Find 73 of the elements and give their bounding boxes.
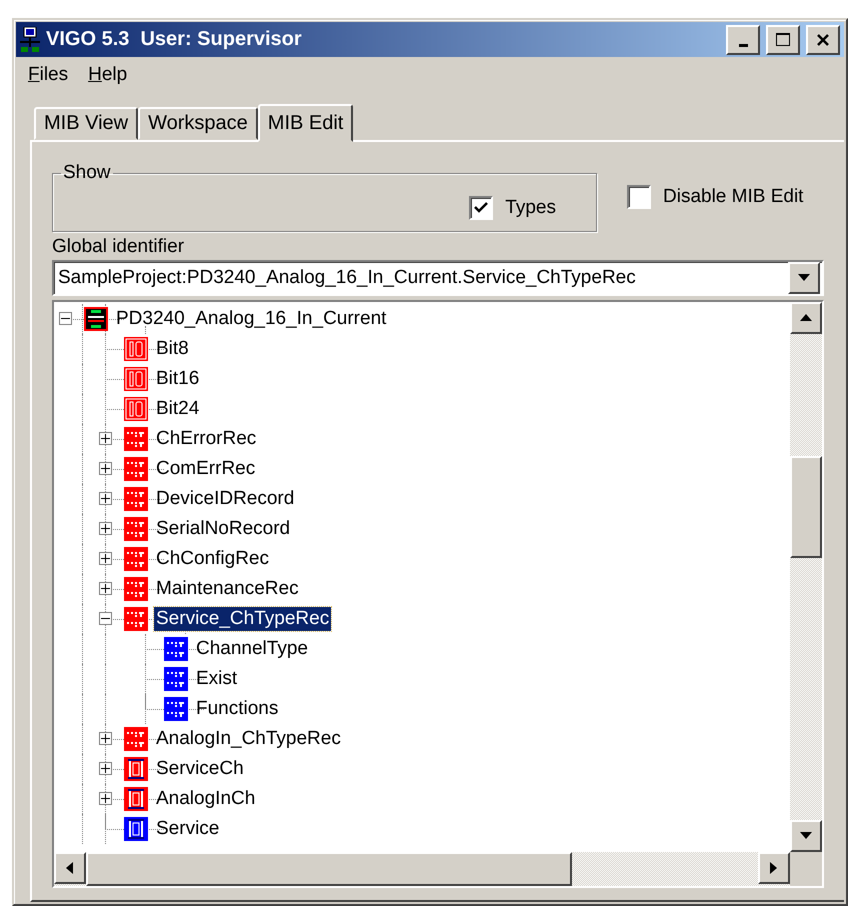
expand-button[interactable] (99, 432, 112, 445)
tree-item[interactable]: DeviceIDRecord (154, 487, 296, 511)
plus-icon (101, 554, 110, 563)
tree-item[interactable]: AnalogInCh (154, 787, 258, 811)
types-checkbox[interactable] (469, 196, 494, 220)
checkbox-label: Disable MIB Edit (663, 186, 804, 208)
tree-item[interactable]: ChErrorRec (154, 427, 258, 451)
window-title: VIGO 5.3 User: Supervisor (46, 28, 303, 51)
horizontal-scrollbar[interactable] (54, 852, 790, 886)
plus-icon (101, 764, 110, 773)
tab[interactable]: MIB Edit (258, 104, 354, 142)
tree-item[interactable]: Exist (194, 667, 240, 691)
tree-item[interactable]: ChConfigRec (154, 547, 271, 571)
tree-item[interactable]: AnalogIn_ChTypeRec (154, 727, 343, 751)
tree-item[interactable]: Bit24 (154, 397, 202, 421)
close-icon (816, 32, 830, 46)
expand-button[interactable] (99, 582, 112, 595)
plus-icon (101, 794, 110, 803)
tab[interactable]: MIB View (34, 107, 138, 140)
scroll-down-button[interactable] (790, 820, 822, 852)
tree-item[interactable]: MaintenanceRec (154, 577, 301, 601)
expand-button[interactable] (99, 732, 112, 745)
scroll-left-button[interactable] (54, 852, 86, 884)
minimize-button[interactable] (726, 24, 760, 54)
tree-item[interactable]: Service (154, 817, 222, 841)
minimize-icon (738, 44, 748, 47)
tree-item[interactable]: Service_ChTypeRec (154, 607, 332, 631)
tree-item[interactable]: Functions (194, 697, 280, 721)
plus-icon (101, 584, 110, 593)
tree-item[interactable]: ComErrRec (154, 457, 258, 481)
checkbox-label: Types (505, 196, 556, 218)
disable-checkbox[interactable] (627, 185, 651, 209)
checkmark-icon (474, 200, 488, 214)
plus-icon (101, 734, 110, 743)
field-label: Global identifier (52, 236, 186, 258)
maximize-icon (775, 32, 791, 48)
maximize-button[interactable] (766, 24, 800, 54)
scroll-thumb[interactable] (86, 852, 572, 886)
scroll-thumb[interactable] (790, 456, 822, 558)
left-arrow-icon (66, 862, 74, 874)
expand-button[interactable] (99, 522, 112, 535)
down-arrow-icon (800, 832, 812, 840)
collapse-button[interactable] (99, 612, 112, 625)
tree-item[interactable]: PD3240_Analog_16_In_Current (114, 307, 388, 331)
plus-icon (101, 494, 110, 503)
right-arrow-icon (770, 862, 778, 874)
expand-button[interactable] (99, 762, 112, 775)
expand-button[interactable] (99, 792, 112, 805)
collapse-button[interactable] (59, 312, 72, 325)
identifier-combo[interactable]: SampleProject:PD3240_Analog_16_In_Current.Service_ChTypeRec (52, 260, 824, 296)
scroll-right-button[interactable] (758, 852, 790, 884)
plus-icon (101, 524, 110, 533)
tab[interactable]: Workspace (138, 107, 258, 140)
tree-item[interactable]: Bit16 (154, 367, 202, 391)
plus-icon (101, 434, 110, 443)
expand-button[interactable] (99, 552, 112, 565)
menu-item[interactable]: Help (80, 62, 136, 88)
plus-icon (101, 464, 110, 473)
menu-item[interactable]: Files (20, 62, 76, 88)
group-title: Show (62, 162, 112, 184)
tree-item[interactable]: Bit8 (154, 337, 191, 361)
dropdown-button[interactable] (788, 262, 820, 294)
tree-item[interactable]: SerialNoRecord (154, 517, 292, 541)
expand-button[interactable] (99, 462, 112, 475)
tree-item[interactable]: ChannelType (194, 637, 310, 661)
expand-button[interactable] (99, 492, 112, 505)
up-arrow-icon (800, 314, 812, 322)
down-arrow-icon (798, 274, 810, 282)
computer-icon (20, 26, 40, 52)
scroll-up-button[interactable] (790, 302, 822, 334)
close-button[interactable] (806, 24, 840, 54)
tree-item[interactable]: ServiceCh (154, 757, 246, 781)
vertical-scrollbar[interactable] (790, 302, 822, 852)
